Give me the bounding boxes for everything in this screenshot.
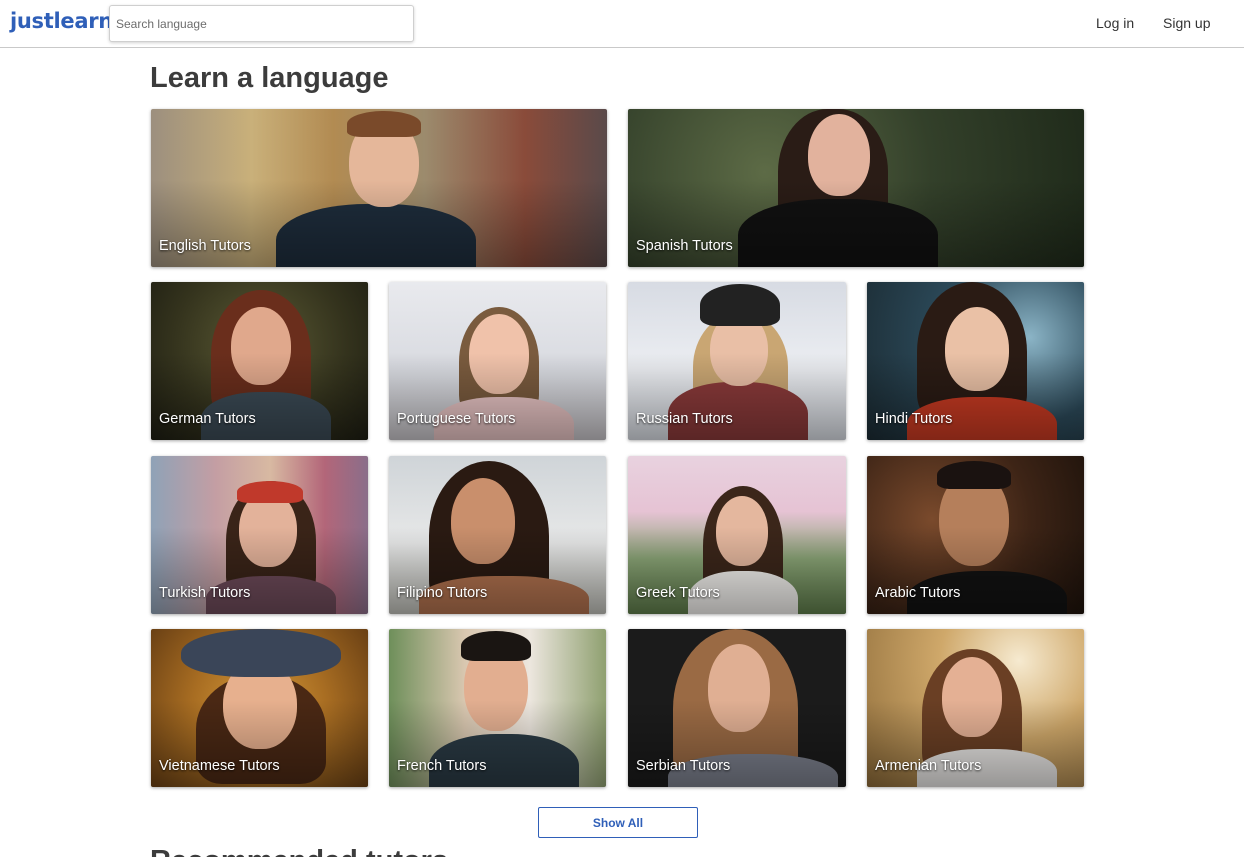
language-card-german[interactable]: German Tutors [151, 282, 368, 440]
card-label: Spanish Tutors [636, 238, 733, 254]
language-card-english[interactable]: English Tutors [151, 109, 607, 267]
card-label: German Tutors [159, 411, 256, 427]
card-label: Turkish Tutors [159, 585, 251, 601]
top-nav-bar: justlearn Log in Sign up [0, 0, 1244, 48]
card-label: English Tutors [159, 238, 251, 254]
language-card-greek[interactable]: Greek Tutors [628, 456, 846, 614]
language-card-turkish[interactable]: Turkish Tutors [151, 456, 368, 614]
card-label: Hindi Tutors [875, 411, 953, 427]
card-label: Arabic Tutors [875, 585, 961, 601]
recommended-tutors-heading: Recommended tutors [150, 845, 448, 857]
signup-link[interactable]: Sign up [1163, 15, 1210, 31]
language-card-portuguese[interactable]: Portuguese Tutors [389, 282, 606, 440]
card-label: Portuguese Tutors [397, 411, 516, 427]
language-card-filipino[interactable]: Filipino Tutors [389, 456, 606, 614]
card-label: Serbian Tutors [636, 758, 731, 774]
show-all-button[interactable]: Show All [538, 807, 698, 838]
card-label: French Tutors [397, 758, 487, 774]
card-label: Filipino Tutors [397, 585, 488, 601]
card-label: Vietnamese Tutors [159, 758, 280, 774]
language-card-french[interactable]: French Tutors [389, 629, 606, 787]
language-card-serbian[interactable]: Serbian Tutors [628, 629, 846, 787]
language-card-spanish[interactable]: Spanish Tutors [628, 109, 1084, 267]
justlearn-logo[interactable]: justlearn [10, 9, 113, 33]
language-card-hindi[interactable]: Hindi Tutors [867, 282, 1084, 440]
language-card-vietnamese[interactable]: Vietnamese Tutors [151, 629, 368, 787]
card-label: Russian Tutors [636, 411, 733, 427]
language-card-russian[interactable]: Russian Tutors [628, 282, 846, 440]
card-label: Armenian Tutors [875, 758, 982, 774]
login-link[interactable]: Log in [1096, 15, 1134, 31]
page-title: Learn a language [150, 62, 389, 94]
language-card-arabic[interactable]: Arabic Tutors [867, 456, 1084, 614]
language-card-armenian[interactable]: Armenian Tutors [867, 629, 1084, 787]
search-language-input[interactable] [109, 5, 414, 42]
card-label: Greek Tutors [636, 585, 720, 601]
